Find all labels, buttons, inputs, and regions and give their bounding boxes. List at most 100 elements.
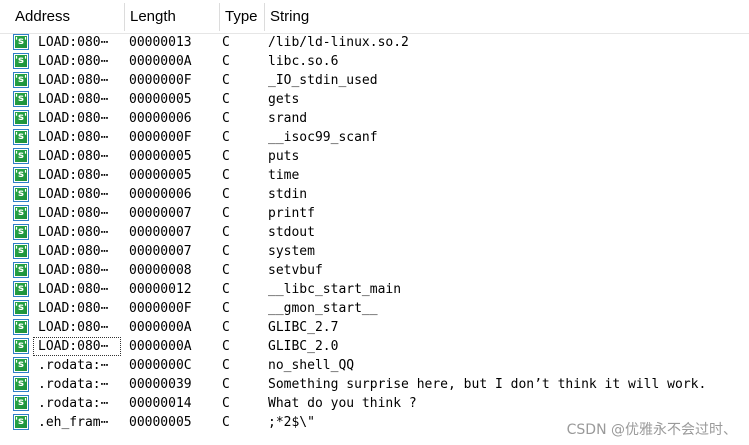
table-row[interactable]: 's' LOAD:080⋯ 00000005 Cputs xyxy=(0,147,749,166)
string-type-icon-glyph: 's' xyxy=(14,302,28,313)
length-cell: 00000006 xyxy=(129,187,192,202)
string-type-icon: 's' xyxy=(13,243,29,259)
length-cell: 0000000F xyxy=(129,301,192,316)
string-cell: _IO_stdin_used xyxy=(268,73,378,88)
string-cell: setvbuf xyxy=(268,263,323,278)
table-row[interactable]: 's' .rodata:⋯ 00000039 C Something surprise … xyxy=(0,375,749,394)
length-cell: 0000000A xyxy=(129,54,192,69)
type-cell: C xyxy=(222,206,230,221)
length-cell: 0000000C xyxy=(129,358,192,373)
string-type-icon: 's' xyxy=(13,414,29,430)
string-type-icon: 's' xyxy=(13,72,29,88)
column-divider[interactable] xyxy=(264,3,265,31)
string-type-icon-glyph: 's' xyxy=(14,245,28,256)
string-cell: GLIBC_2.7 xyxy=(268,320,339,335)
string-cell: Something surprise here, but I don’t thi… xyxy=(268,377,707,392)
length-cell: 00000007 xyxy=(129,225,192,240)
strings-table: 's' LOAD:080⋯ 00000013 C/lib/ld-linux.so.2 '… xyxy=(0,33,749,432)
address-cell: LOAD:080⋯ xyxy=(38,111,109,126)
string-type-icon-glyph: 's' xyxy=(14,74,28,85)
string-type-icon-glyph: 's' xyxy=(14,93,28,104)
string-type-icon: 's' xyxy=(13,167,29,183)
address-cell: LOAD:080⋯ xyxy=(38,263,109,278)
length-cell: 0000000A xyxy=(129,339,192,354)
string-cell: /lib/ld-linux.so.2 xyxy=(268,35,409,50)
length-cell: 00000006 xyxy=(129,111,192,126)
table-row[interactable]: 's' .rodata:⋯ 00000014 C What do you think ? xyxy=(0,394,749,413)
length-cell: 0000000F xyxy=(129,73,192,88)
table-row[interactable]: 's' LOAD:080⋯ 0000000F C _IO_stdin_used xyxy=(0,71,749,90)
string-type-icon: 's' xyxy=(13,224,29,240)
string-type-icon-glyph: 's' xyxy=(14,112,28,123)
table-row[interactable]: 's' LOAD:080⋯ 0000000A C GLIBC_2.7 xyxy=(0,318,749,337)
string-cell: time xyxy=(268,168,300,183)
string-type-icon-glyph: 's' xyxy=(14,283,28,294)
column-header-address[interactable]: Address xyxy=(15,0,70,33)
table-row[interactable]: 's' LOAD:080⋯ 00000007 Csystem xyxy=(0,242,749,261)
string-type-icon-glyph: 's' xyxy=(14,55,28,66)
type-cell: C xyxy=(222,263,230,278)
table-row[interactable]: 's' LOAD:080⋯ 00000006 Csrand xyxy=(0,109,749,128)
string-type-icon: 's' xyxy=(13,319,29,335)
string-type-icon: 's' xyxy=(13,34,29,50)
type-cell: C xyxy=(222,377,230,392)
address-cell: LOAD:080⋯ xyxy=(38,73,109,88)
string-type-icon-glyph: 's' xyxy=(14,416,28,427)
address-cell: LOAD:080⋯ xyxy=(38,282,109,297)
type-cell: C xyxy=(222,54,230,69)
address-cell: LOAD:080⋯ xyxy=(38,339,109,354)
address-cell: LOAD:080⋯ xyxy=(38,244,109,259)
table-row[interactable]: 's' LOAD:080⋯ 00000006 Cstdin xyxy=(0,185,749,204)
string-type-icon: 's' xyxy=(13,376,29,392)
table-row[interactable]: 's' LOAD:080⋯ 00000012 C __libc_start_main xyxy=(0,280,749,299)
column-header-string[interactable]: String xyxy=(270,0,309,33)
string-cell: srand xyxy=(268,111,308,126)
length-cell: 00000005 xyxy=(129,168,192,183)
table-row[interactable]: 's' LOAD:080⋯ 00000013 C/lib/ld-linux.so.2 xyxy=(0,33,749,52)
string-type-icon: 's' xyxy=(13,338,29,354)
address-cell: LOAD:080⋯ xyxy=(38,168,109,183)
address-cell: .rodata:⋯ xyxy=(38,396,109,411)
type-cell: C xyxy=(222,187,230,202)
string-type-icon: 's' xyxy=(13,262,29,278)
length-cell: 00000014 xyxy=(129,396,192,411)
address-cell: .rodata:⋯ xyxy=(38,358,109,373)
table-row[interactable]: 's' LOAD:080⋯ 00000005 Ctime xyxy=(0,166,749,185)
table-row[interactable]: 's' LOAD:080⋯ 0000000F C __gmon_start__ xyxy=(0,299,749,318)
string-type-icon-glyph: 's' xyxy=(14,359,28,370)
type-cell: C xyxy=(222,149,230,164)
string-type-icon-glyph: 's' xyxy=(14,150,28,161)
string-type-icon: 's' xyxy=(13,357,29,373)
type-cell: C xyxy=(222,244,230,259)
table-row[interactable]: 's' LOAD:080⋯ 0000000F C __isoc99_scanf xyxy=(0,128,749,147)
address-cell: .rodata:⋯ xyxy=(38,377,109,392)
table-row[interactable]: 's' LOAD:080⋯ 00000007 Cprintf xyxy=(0,204,749,223)
address-cell: LOAD:080⋯ xyxy=(38,187,109,202)
string-cell: libc.so.6 xyxy=(268,54,339,69)
table-row[interactable]: 's' LOAD:080⋯ 00000008 Csetvbuf xyxy=(0,261,749,280)
string-type-icon-glyph: 's' xyxy=(14,321,28,332)
string-cell: __gmon_start__ xyxy=(268,301,378,316)
length-cell: 0000000F xyxy=(129,130,192,145)
column-divider[interactable] xyxy=(219,3,220,31)
string-cell: GLIBC_2.0 xyxy=(268,339,339,354)
table-row[interactable]: 's' LOAD:080⋯ 00000007 Cstdout xyxy=(0,223,749,242)
table-row[interactable]: 's' LOAD:080⋯ 0000000A Clibc.so.6 xyxy=(0,52,749,71)
string-type-icon-glyph: 's' xyxy=(14,207,28,218)
address-cell: LOAD:080⋯ xyxy=(38,35,109,50)
string-cell: stdin xyxy=(268,187,308,202)
table-row[interactable]: 's' LOAD:080⋯ 00000005 Cgets xyxy=(0,90,749,109)
table-row[interactable]: 's' .rodata:⋯ 0000000C Cno_shell_QQ xyxy=(0,356,749,375)
column-header-length[interactable]: Length xyxy=(130,0,176,33)
type-cell: C xyxy=(222,415,230,430)
column-divider[interactable] xyxy=(124,3,125,31)
string-type-icon-glyph: 's' xyxy=(14,226,28,237)
length-cell: 00000012 xyxy=(129,282,192,297)
table-row[interactable]: 's' LOAD:080⋯ 0000000A C GLIBC_2.0 xyxy=(0,337,749,356)
type-cell: C xyxy=(222,358,230,373)
column-header-type[interactable]: Type xyxy=(225,0,258,33)
string-type-icon-glyph: 's' xyxy=(14,340,28,351)
string-type-icon-glyph: 's' xyxy=(14,264,28,275)
string-cell: system xyxy=(268,244,315,259)
string-type-icon: 's' xyxy=(13,148,29,164)
